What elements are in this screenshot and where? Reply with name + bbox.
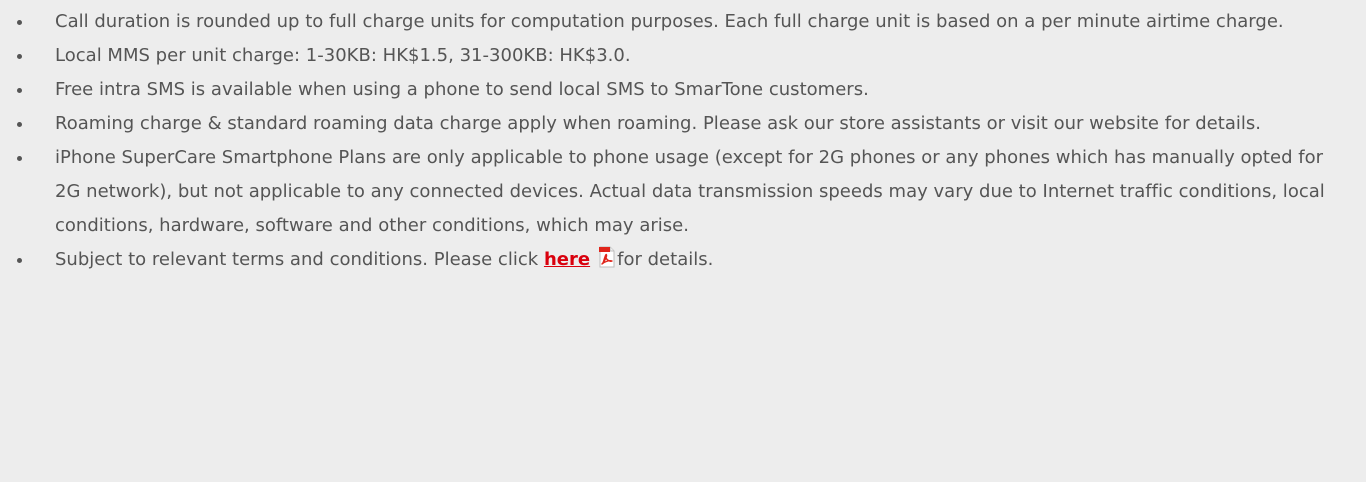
list-item-terms-conditions: Subject to relevant terms and conditions… — [14, 243, 1326, 277]
term-text-suffix: for details. — [617, 249, 714, 270]
bullet-icon — [17, 258, 22, 263]
term-text-prefix: Subject to relevant terms and conditions… — [55, 249, 544, 270]
list-item-supercare-plans: iPhone SuperCare Smartphone Plans are on… — [14, 141, 1326, 243]
bullet-icon — [17, 20, 22, 25]
pdf-icon[interactable] — [598, 246, 616, 268]
bullet-icon — [17, 54, 22, 59]
bullet-icon — [17, 122, 22, 127]
list-item-roaming: Roaming charge & standard roaming data c… — [14, 107, 1326, 141]
term-text: Free intra SMS is available when using a… — [55, 79, 869, 100]
bullet-icon — [17, 156, 22, 161]
bullet-icon — [17, 88, 22, 93]
term-text: Call duration is rounded up to full char… — [55, 11, 1284, 32]
terms-list: Call duration is rounded up to full char… — [0, 0, 1366, 277]
list-item-mms-charge: Local MMS per unit charge: 1-30KB: HK$1.… — [14, 39, 1326, 73]
here-link[interactable]: here — [544, 249, 598, 270]
term-text: Local MMS per unit charge: 1-30KB: HK$1.… — [55, 45, 631, 66]
list-item-call-duration: Call duration is rounded up to full char… — [14, 5, 1326, 39]
term-text: iPhone SuperCare Smartphone Plans are on… — [55, 147, 1325, 236]
list-item-intra-sms: Free intra SMS is available when using a… — [14, 73, 1326, 107]
term-text: Roaming charge & standard roaming data c… — [55, 113, 1261, 134]
